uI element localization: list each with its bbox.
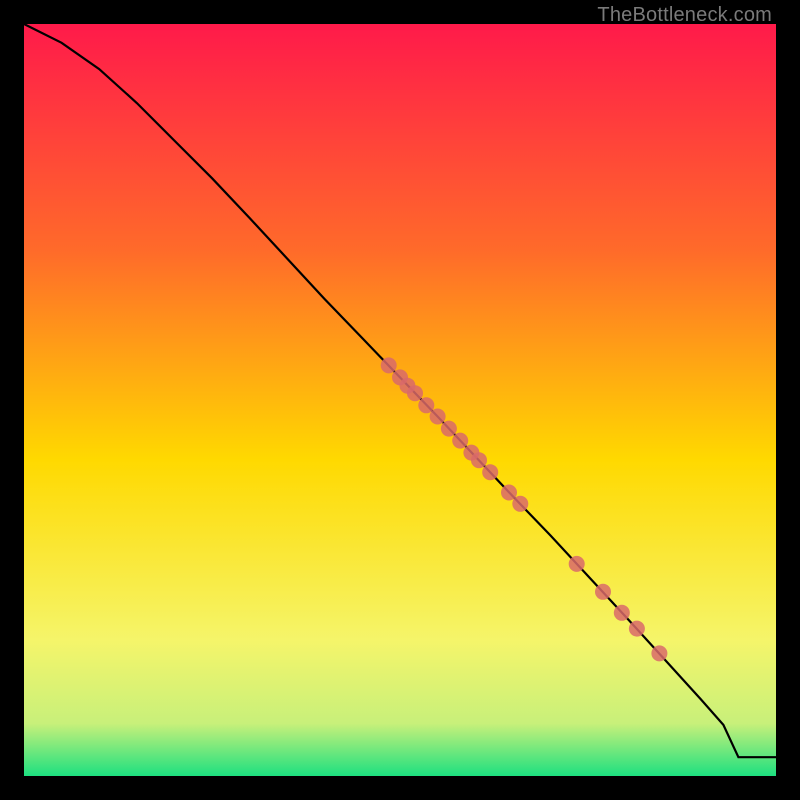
data-point (407, 385, 423, 401)
data-point (471, 452, 487, 468)
plot-area (24, 24, 776, 776)
data-point (569, 556, 585, 572)
data-point (512, 496, 528, 512)
data-point (430, 409, 446, 425)
data-point (614, 605, 630, 621)
data-point (651, 645, 667, 661)
data-points (381, 357, 668, 661)
data-point (629, 621, 645, 637)
chart-container: TheBottleneck.com (0, 0, 800, 800)
data-point (441, 421, 457, 437)
chart-svg (24, 24, 776, 776)
watermark-text: TheBottleneck.com (597, 4, 772, 27)
data-point (595, 584, 611, 600)
data-point (501, 485, 517, 501)
data-point (381, 357, 397, 373)
data-point (452, 433, 468, 449)
data-point (482, 464, 498, 480)
